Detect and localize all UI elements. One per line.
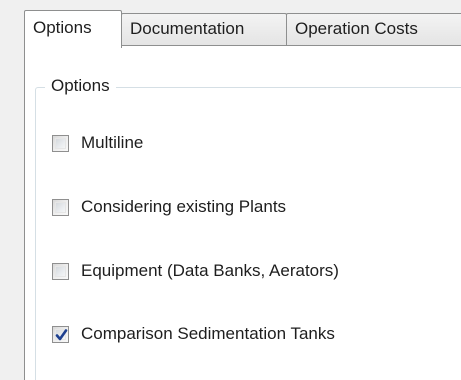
multiline-option[interactable]: Multiline bbox=[52, 132, 143, 154]
options-group-title: Options bbox=[45, 75, 116, 97]
existing-plants-label[interactable]: Considering existing Plants bbox=[81, 196, 286, 218]
tab-operation-costs[interactable]: Operation Costs bbox=[286, 13, 461, 46]
equipment-option[interactable]: Equipment (Data Banks, Aerators) bbox=[52, 260, 339, 282]
comparison-sedimentation-label[interactable]: Comparison Sedimentation Tanks bbox=[81, 323, 335, 345]
multiline-checkbox[interactable] bbox=[52, 134, 69, 152]
options-dialog: Options Documentation Operation Costs Op… bbox=[0, 0, 461, 380]
existing-plants-option[interactable]: Considering existing Plants bbox=[52, 196, 286, 218]
existing-plants-checkbox[interactable] bbox=[52, 198, 69, 216]
comparison-sedimentation-option[interactable]: Comparison Sedimentation Tanks bbox=[52, 323, 335, 345]
comparison-sedimentation-checkbox[interactable] bbox=[52, 325, 69, 343]
tab-strip: Options Documentation Operation Costs bbox=[24, 10, 461, 48]
checkmark-icon bbox=[55, 328, 68, 340]
multiline-label[interactable]: Multiline bbox=[81, 132, 143, 154]
tab-options[interactable]: Options bbox=[24, 10, 122, 48]
equipment-label[interactable]: Equipment (Data Banks, Aerators) bbox=[81, 260, 339, 282]
equipment-checkbox[interactable] bbox=[52, 262, 69, 280]
tab-documentation[interactable]: Documentation bbox=[121, 13, 287, 46]
